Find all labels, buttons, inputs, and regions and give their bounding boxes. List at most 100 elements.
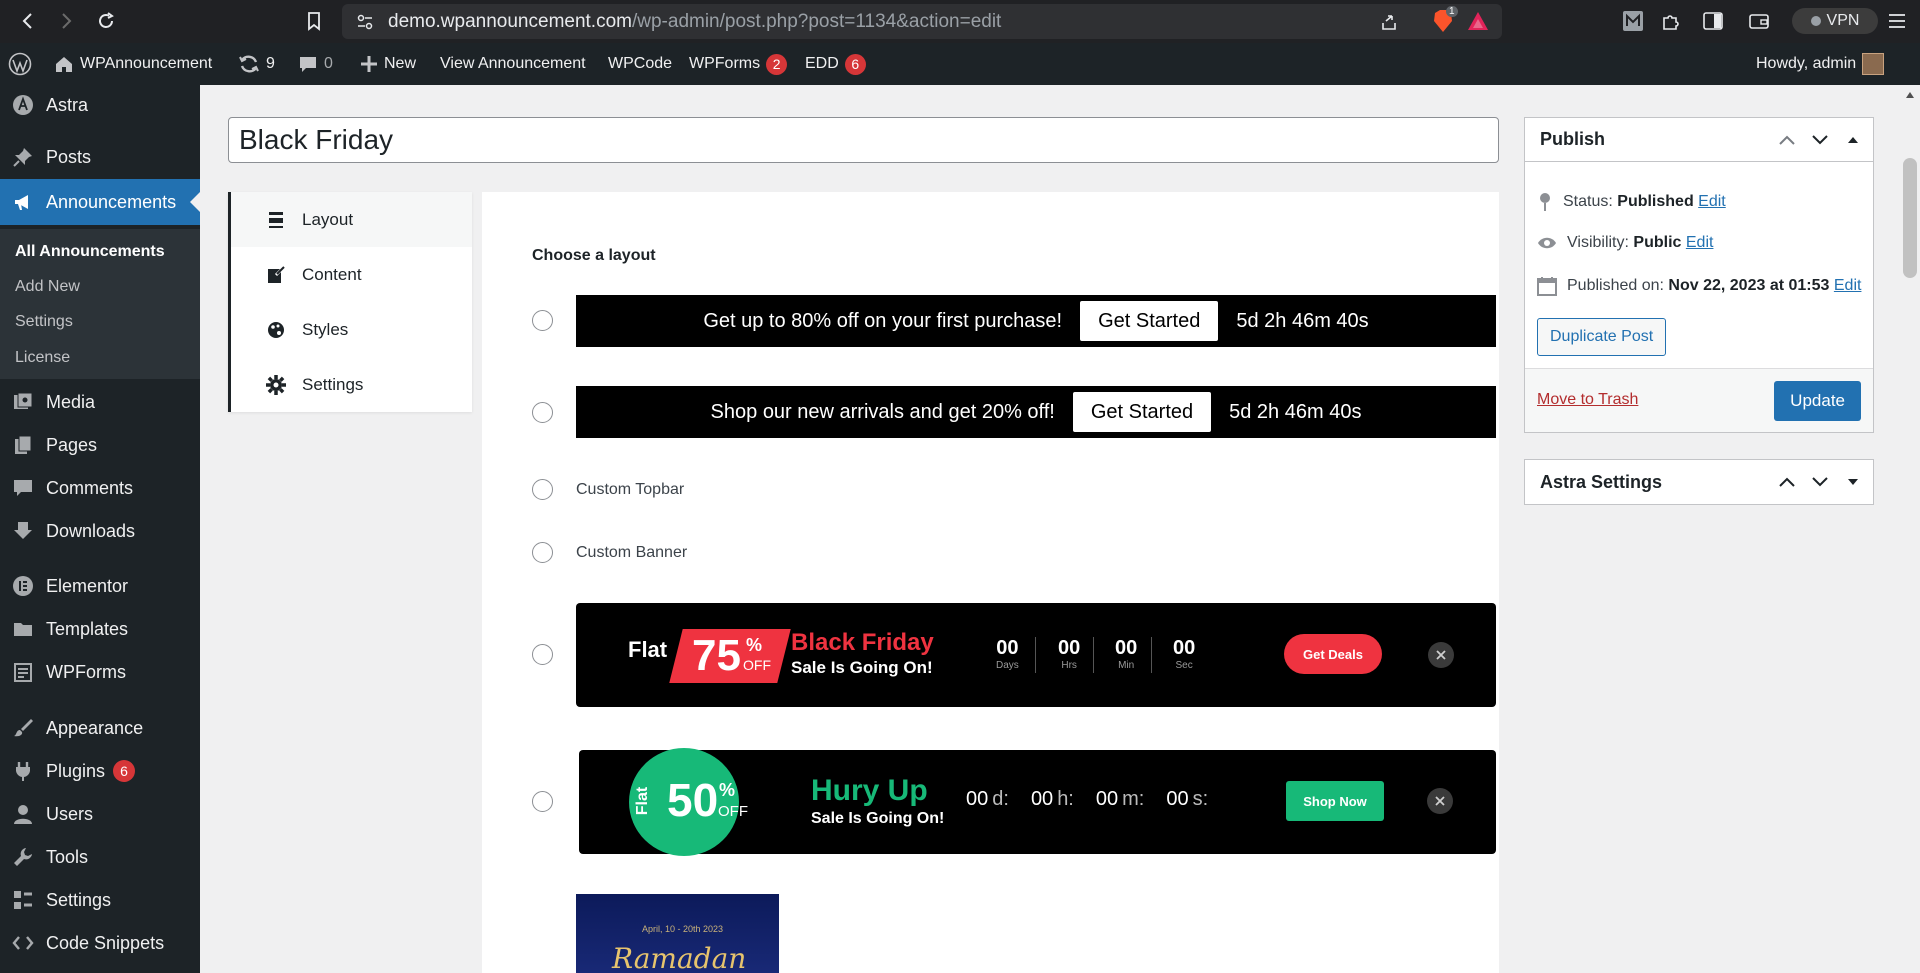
wpcode-menu[interactable]: WPCode: [608, 43, 672, 85]
layout-radio-2[interactable]: [532, 402, 553, 423]
bf-subtitle: Sale Is Going On!: [791, 658, 933, 677]
edit-status-link[interactable]: Edit: [1698, 193, 1726, 210]
comments-menu[interactable]: 0: [298, 43, 333, 85]
sidebar-item-code-snippets[interactable]: Code Snippets: [0, 923, 200, 963]
publish-box-title: Publish: [1540, 129, 1606, 149]
sidebar-item-comments[interactable]: Comments: [0, 468, 200, 508]
submenu-license[interactable]: License: [15, 349, 70, 367]
update-button[interactable]: Update: [1774, 381, 1861, 421]
forward-button[interactable]: [52, 7, 80, 35]
tab-content[interactable]: Content: [231, 247, 472, 302]
move-up-button[interactable]: [1775, 470, 1799, 494]
sidebar-item-settings[interactable]: Settings: [0, 880, 200, 920]
sidebar-item-posts[interactable]: Posts: [0, 137, 200, 177]
hu-percent-symbol: %: [719, 780, 736, 800]
tab-layout[interactable]: Layout: [231, 192, 472, 247]
browser-menu-button[interactable]: [1884, 7, 1910, 35]
countdown-seconds-value: 00: [1166, 788, 1189, 810]
move-down-button[interactable]: [1808, 470, 1832, 494]
tab-styles[interactable]: Styles: [231, 302, 472, 357]
sidebar-toggle-button[interactable]: [1700, 7, 1726, 35]
edit-date-link[interactable]: Edit: [1834, 277, 1862, 294]
layout-radio-black-friday[interactable]: [532, 644, 553, 665]
bf-get-deals-button: Get Deals: [1284, 634, 1382, 674]
edd-menu[interactable]: EDD 6: [805, 43, 866, 85]
astra-settings-header[interactable]: Astra Settings: [1525, 460, 1873, 504]
status-label: Status:: [1563, 193, 1613, 210]
sidebar-item-tools[interactable]: Tools: [0, 837, 200, 877]
sidebar-item-media[interactable]: Media: [0, 382, 200, 422]
tab-settings[interactable]: Settings: [231, 357, 472, 412]
countdown-seconds-label: s:: [1192, 788, 1209, 810]
sidebar-item-plugins[interactable]: Plugins 6: [0, 751, 200, 791]
sidebar-item-appearance[interactable]: Appearance: [0, 708, 200, 748]
toggle-panel-button[interactable]: [1841, 128, 1865, 152]
toggle-panel-button[interactable]: [1841, 470, 1865, 494]
home-icon: [56, 57, 72, 72]
layout-option-topbar-2[interactable]: Shop our new arrivals and get 20% off! G…: [576, 386, 1496, 438]
layout-option-ramadan-thumbnail[interactable]: April, 10 - 20th 2023 Ramadan: [576, 894, 779, 973]
pin-icon: [1540, 193, 1550, 211]
wp-logo-menu[interactable]: [8, 43, 32, 85]
brave-shield-button[interactable]: 1: [1432, 6, 1458, 33]
sidebar-item-label: Templates: [46, 618, 129, 639]
bf-countdown-hours: 00 Hrs: [1058, 637, 1080, 671]
address-bar[interactable]: demo.wpannouncement.com/wp-admin/post.ph…: [342, 4, 1502, 39]
sidebar-item-users[interactable]: Users: [0, 794, 200, 834]
sidebar-item-wpforms[interactable]: WPForms: [0, 652, 200, 692]
sidebar-item-label: Announcements: [46, 191, 177, 212]
user-account-menu[interactable]: Howdy, admin: [1756, 43, 1885, 85]
bookmark-button[interactable]: [300, 7, 328, 35]
banner-text: Get up to 80% off on your first purchase…: [703, 309, 1063, 332]
comments-icon: [10, 475, 36, 501]
extension-m-button[interactable]: [1620, 7, 1646, 35]
sidebar-item-pages[interactable]: Pages: [0, 425, 200, 465]
move-up-button[interactable]: [1775, 128, 1799, 152]
extensions-button[interactable]: [1658, 7, 1684, 35]
scrollbar-thumb[interactable]: [1903, 158, 1917, 278]
countdown-divider: [1093, 637, 1094, 673]
sidebar-item-templates[interactable]: Templates: [0, 609, 200, 649]
view-announcement-link[interactable]: View Announcement: [440, 43, 586, 85]
layout-radio-1[interactable]: [532, 310, 553, 331]
site-name-menu[interactable]: WPAnnouncement: [54, 43, 212, 85]
wpforms-menu[interactable]: WPForms 2: [689, 43, 788, 85]
layout-option-topbar-1[interactable]: Get up to 80% off on your first purchase…: [576, 295, 1496, 347]
post-title-input[interactable]: Black Friday: [228, 117, 1499, 163]
layout-radio-custom-banner[interactable]: [532, 542, 553, 563]
caret-down-icon: [1848, 479, 1858, 485]
edit-visibility-link[interactable]: Edit: [1686, 234, 1714, 251]
vpn-button[interactable]: VPN: [1792, 8, 1878, 34]
bf-title: Black Friday: [791, 629, 934, 656]
bf-cta-label: Get Deals: [1303, 646, 1363, 662]
layout-radio-custom-topbar[interactable]: [532, 479, 553, 500]
back-button[interactable]: [14, 7, 42, 35]
hamburger-menu-icon: [1889, 14, 1905, 28]
form-icon: [10, 659, 36, 685]
sidebar-item-downloads[interactable]: Downloads: [0, 511, 200, 551]
bf-countdown-seconds: 00 Sec: [1173, 637, 1195, 671]
updates-menu[interactable]: 9: [238, 43, 275, 85]
move-down-button[interactable]: [1808, 128, 1832, 152]
duplicate-post-button[interactable]: Duplicate Post: [1537, 318, 1667, 356]
submenu-add-new[interactable]: Add New: [15, 278, 80, 296]
reload-button[interactable]: [92, 7, 120, 35]
sidebar-item-announcements[interactable]: Announcements: [0, 179, 200, 225]
new-content-menu[interactable]: New: [360, 43, 416, 85]
hu-countdown: 00 d: 00 h: 00 m: 00 s:: [966, 788, 1208, 811]
submenu-settings[interactable]: Settings: [15, 313, 73, 331]
wallet-button[interactable]: [1746, 7, 1772, 35]
layout-option-black-friday[interactable]: Flat 75 % OFF Black Friday Sale Is Going…: [576, 603, 1496, 707]
move-to-trash-link[interactable]: Move to Trash: [1537, 391, 1638, 409]
sidebar-panel-icon: [1703, 12, 1723, 30]
plug-icon: [10, 758, 36, 784]
layout-option-hury-up[interactable]: Flat 50 % OFF Hury Up Sale Is Going On! …: [579, 748, 1496, 856]
sidebar-item-elementor[interactable]: Elementor: [0, 566, 200, 606]
get-started-button: Get Started: [1080, 301, 1219, 341]
close-icon: [1436, 650, 1446, 660]
sidebar-item-astra[interactable]: Astra: [0, 85, 200, 125]
layout-radio-hury-up[interactable]: [532, 791, 553, 812]
view-announcement-label: View Announcement: [440, 55, 586, 72]
hu-title: Hury Up: [811, 774, 928, 807]
submenu-all-announcements[interactable]: All Announcements: [15, 243, 165, 261]
